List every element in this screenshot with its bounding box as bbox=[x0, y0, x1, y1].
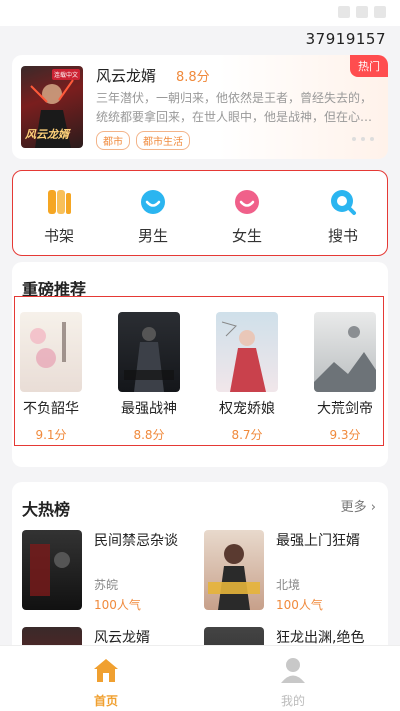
cover-title: 风云龙婿 bbox=[25, 128, 69, 141]
book-score: 9.1分 bbox=[35, 428, 67, 442]
nav-female[interactable]: 女生 bbox=[217, 187, 277, 246]
featured-title[interactable]: 风云龙婿 bbox=[96, 65, 156, 86]
nav-bookshelf-label: 书架 bbox=[43, 227, 74, 245]
hotlist-popularity: 100人气 bbox=[94, 598, 141, 612]
featured-cover[interactable]: 连载中文 风云龙婿 bbox=[21, 66, 83, 148]
hotlist-cover[interactable] bbox=[204, 530, 264, 610]
battery-icon bbox=[374, 6, 386, 18]
book-title[interactable]: 最强战神 bbox=[112, 398, 186, 418]
status-time: 1:38 bbox=[12, 4, 44, 20]
book-cover[interactable] bbox=[216, 312, 278, 392]
nav-female-label: 女生 bbox=[231, 227, 262, 245]
featured-score: 8.8分 bbox=[176, 70, 210, 85]
tag-urban-life[interactable]: 都市生活 bbox=[136, 131, 190, 150]
hotlist-name[interactable]: 风云龙婿 bbox=[94, 627, 150, 647]
tab-profile-label: 我的 bbox=[280, 694, 305, 708]
book-title[interactable]: 大荒剑帝 bbox=[308, 398, 382, 418]
wifi-icon bbox=[338, 6, 350, 18]
male-icon bbox=[138, 187, 168, 217]
featured-banner[interactable]: 连载中文 风云龙婿 风云龙婿 8.8分 热门 三年潜伏，一朝归来，他依然是王者，… bbox=[12, 55, 388, 159]
hotlist-name[interactable]: 民间禁忌杂谈 bbox=[94, 530, 178, 550]
search-book-icon bbox=[328, 187, 358, 217]
nav-search-book-label: 搜书 bbox=[327, 227, 358, 245]
book-card[interactable]: 大荒剑帝 9.3分 bbox=[308, 312, 382, 443]
book-cover[interactable] bbox=[118, 312, 180, 392]
female-icon bbox=[232, 187, 262, 217]
tab-home-label: 首页 bbox=[93, 694, 118, 708]
featured-description: 三年潜伏，一朝归来，他依然是王者，曾经失去的，统统都要拿回来，在世人眼中，他是战… bbox=[96, 91, 373, 124]
status-bar: 1:38 bbox=[0, 0, 400, 26]
hotlist-popularity: 100人气 bbox=[276, 598, 323, 612]
chevron-right-icon: › bbox=[370, 500, 376, 515]
hotlist-cover[interactable] bbox=[22, 530, 82, 610]
tab-profile[interactable]: 我的 bbox=[263, 656, 323, 709]
book-score: 9.3分 bbox=[329, 428, 361, 442]
hotlist-item[interactable]: 民间禁忌杂谈 苏皖 100人气 bbox=[22, 530, 202, 612]
system-icons bbox=[338, 6, 386, 18]
book-card[interactable]: 最强战神 8.8分 bbox=[112, 312, 186, 443]
hotlist-author: 北境 bbox=[276, 578, 301, 592]
nav-bookshelf[interactable]: 书架 bbox=[29, 187, 89, 246]
carousel-dots bbox=[352, 137, 374, 141]
featured-tags: 都市 都市生活 bbox=[96, 131, 190, 150]
nav-male-label: 男生 bbox=[137, 227, 168, 245]
hotlist-title: 大热榜 bbox=[22, 500, 71, 519]
recommend-section: 重磅推荐 不负韶华 9.1分 最强战神 8.8分 权宠娇娘 8.7分 大荒剑帝 … bbox=[12, 262, 388, 467]
book-score: 8.7分 bbox=[231, 428, 263, 442]
hotlist-section: 大热榜 更多 › 民间禁忌杂谈 苏皖 100人气 最强上门狂婿 北境 100人气… bbox=[12, 482, 388, 662]
quick-nav: 书架 男生 女生 搜书 bbox=[12, 170, 388, 256]
hot-badge: 热门 bbox=[350, 55, 388, 77]
user-id: 37919157 bbox=[305, 30, 386, 48]
book-card[interactable]: 不负韶华 9.1分 bbox=[14, 312, 88, 443]
nav-male[interactable]: 男生 bbox=[123, 187, 183, 246]
book-title[interactable]: 权宠娇娘 bbox=[210, 398, 284, 418]
hotlist-name[interactable]: 最强上门狂婿 bbox=[276, 530, 360, 550]
book-cover[interactable] bbox=[314, 312, 376, 392]
book-score: 8.8分 bbox=[133, 428, 165, 442]
home-icon bbox=[94, 659, 118, 682]
more-label: 更多 bbox=[340, 500, 367, 515]
signal-icon bbox=[356, 6, 368, 18]
nav-search-book[interactable]: 搜书 bbox=[313, 187, 373, 246]
hotlist-author: 苏皖 bbox=[94, 578, 119, 592]
book-cover[interactable] bbox=[20, 312, 82, 392]
bottom-tabbar: 首页 我的 bbox=[0, 645, 400, 711]
book-card[interactable]: 权宠娇娘 8.7分 bbox=[210, 312, 284, 443]
hotlist-item[interactable]: 最强上门狂婿 北境 100人气 bbox=[204, 530, 384, 612]
bookshelf-icon bbox=[44, 187, 74, 217]
book-title[interactable]: 不负韶华 bbox=[14, 398, 88, 418]
more-link[interactable]: 更多 › bbox=[341, 496, 376, 515]
hotlist-name[interactable]: 狂龙出渊,绝色 bbox=[276, 627, 364, 647]
profile-icon bbox=[281, 658, 305, 683]
tag-urban[interactable]: 都市 bbox=[96, 131, 130, 150]
tab-home[interactable]: 首页 bbox=[76, 656, 136, 709]
